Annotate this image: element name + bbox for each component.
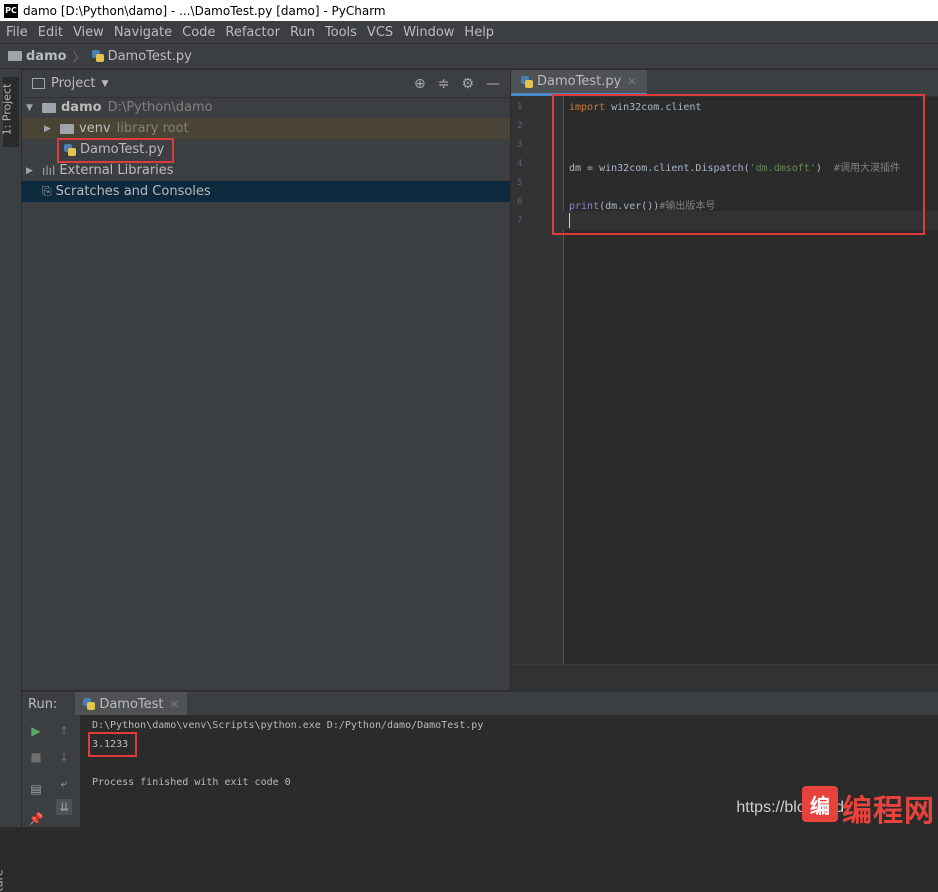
- project-panel: Project ▼ ⊕ ≑ ⚙ — ▼ damo D:\Python\damo …: [22, 70, 510, 690]
- editor-bottom-bar: [511, 664, 938, 691]
- tree-item-label: venv: [79, 121, 111, 136]
- layout-icon[interactable]: ▤: [28, 781, 44, 797]
- line-number: 4: [517, 159, 523, 169]
- breadcrumb-project[interactable]: damo: [26, 49, 67, 64]
- menu-refactor[interactable]: Refactor: [221, 25, 284, 40]
- tab-label: DamoTest.py: [537, 74, 622, 89]
- line-number: 1: [517, 102, 523, 112]
- project-panel-header: Project ▼ ⊕ ≑ ⚙ —: [22, 70, 510, 98]
- line-number: 6: [517, 197, 523, 207]
- tree-item-label: Scratches and Consoles: [55, 184, 211, 199]
- breadcrumb: damo 〉 DamoTest.py: [0, 43, 938, 69]
- menu-file[interactable]: File: [2, 25, 32, 40]
- menu-edit[interactable]: Edit: [34, 25, 67, 40]
- collapse-all-icon[interactable]: ≑: [438, 76, 450, 92]
- up-arrow-icon[interactable]: ↑: [56, 723, 72, 739]
- title-bar: PC damo [D:\Python\damo] - ...\DamoTest.…: [0, 0, 938, 21]
- menu-run[interactable]: Run: [286, 25, 319, 40]
- menu-bar: File Edit View Navigate Code Refactor Ru…: [0, 21, 938, 43]
- folder-icon: [42, 102, 56, 113]
- folder-icon: [8, 51, 22, 61]
- highlight-box-file: [57, 138, 174, 163]
- structure-tool-tab[interactable]: ture: [0, 869, 6, 891]
- highlight-box-code: [552, 94, 925, 235]
- tab-damotest[interactable]: DamoTest.py ✕: [511, 70, 647, 96]
- run-panel-label: Run:: [28, 696, 58, 712]
- watermark-logo-icon: 编: [802, 786, 838, 822]
- pin-icon[interactable]: 📌: [28, 811, 44, 827]
- rerun-icon[interactable]: ▶: [28, 723, 44, 739]
- python-file-icon: [521, 75, 533, 88]
- collapsed-arrow-icon[interactable]: ▶: [44, 124, 54, 134]
- hide-panel-icon[interactable]: —: [486, 76, 500, 92]
- pycharm-logo-icon: PC: [4, 3, 18, 18]
- locate-file-icon[interactable]: ⊕: [414, 76, 426, 92]
- line-number: 2: [517, 121, 523, 131]
- tree-item-venv[interactable]: ▶ venv library root: [22, 118, 510, 139]
- python-file-icon: [91, 50, 104, 62]
- watermark-logo-text: 编程网: [842, 794, 935, 829]
- console-line: Process finished with exit code 0: [92, 777, 291, 788]
- dropdown-arrow-icon[interactable]: ▼: [101, 79, 108, 89]
- expanded-arrow-icon[interactable]: ▼: [26, 103, 36, 113]
- console-line: D:\Python\damo\venv\Scripts\python.exe D…: [92, 720, 484, 731]
- line-number: 5: [517, 178, 523, 188]
- tree-item-external-libraries[interactable]: ▶ ılıl External Libraries: [22, 160, 510, 181]
- project-tool-tab[interactable]: 1: Project: [0, 77, 19, 147]
- run-tab-label: DamoTest: [99, 696, 164, 712]
- menu-help[interactable]: Help: [460, 25, 498, 40]
- close-icon[interactable]: ✕: [627, 75, 636, 88]
- project-tool-tab-label: 1: Project: [0, 83, 14, 136]
- tree-item-scratches[interactable]: ⎘ Scratches and Consoles: [22, 181, 510, 202]
- run-tab-damotest[interactable]: DamoTest ✕: [75, 692, 187, 716]
- tree-item-label: External Libraries: [59, 163, 174, 178]
- menu-tools[interactable]: Tools: [321, 25, 361, 40]
- breadcrumb-file[interactable]: DamoTest.py: [108, 49, 192, 64]
- run-toolbar: ▶ ↑ ■ ↓ ⤶ ▤ ⇊ 📌: [22, 715, 80, 827]
- left-tool-strip: 1: Project ture: [0, 69, 22, 892]
- tree-item-hint: D:\Python\damo: [107, 100, 213, 115]
- breadcrumb-separator: 〉: [72, 50, 86, 66]
- window-title: damo [D:\Python\damo] - ...\DamoTest.py …: [23, 3, 386, 18]
- gear-icon[interactable]: ⚙: [461, 76, 474, 92]
- tree-item-label: damo: [61, 100, 102, 115]
- line-number: 3: [517, 140, 523, 150]
- menu-window[interactable]: Window: [399, 25, 458, 40]
- menu-view[interactable]: View: [69, 25, 108, 40]
- collapsed-arrow-icon[interactable]: ▶: [26, 166, 36, 176]
- scroll-to-end-icon[interactable]: ⇊: [56, 799, 72, 815]
- run-panel-header: Run: DamoTest ✕: [22, 691, 938, 716]
- line-number: 7: [517, 216, 523, 226]
- library-icon: ılıl: [42, 163, 56, 178]
- python-file-icon: [83, 698, 96, 710]
- project-panel-title[interactable]: Project: [51, 76, 95, 91]
- editor-tabs: DamoTest.py ✕: [511, 70, 938, 97]
- folder-icon: [60, 123, 74, 134]
- stop-icon[interactable]: ■: [28, 749, 44, 765]
- menu-vcs[interactable]: VCS: [363, 25, 397, 40]
- menu-navigate[interactable]: Navigate: [110, 25, 176, 40]
- project-view-icon: [32, 78, 45, 89]
- scratches-icon: ⎘: [42, 184, 52, 198]
- close-icon[interactable]: ✕: [170, 698, 179, 711]
- highlight-box-output: [88, 732, 137, 757]
- down-arrow-icon[interactable]: ↓: [56, 749, 72, 765]
- menu-code[interactable]: Code: [178, 25, 219, 40]
- soft-wrap-icon[interactable]: ⤶: [56, 775, 72, 791]
- tree-item-hint: library root: [116, 121, 189, 136]
- tree-item-damo[interactable]: ▼ damo D:\Python\damo: [22, 97, 510, 118]
